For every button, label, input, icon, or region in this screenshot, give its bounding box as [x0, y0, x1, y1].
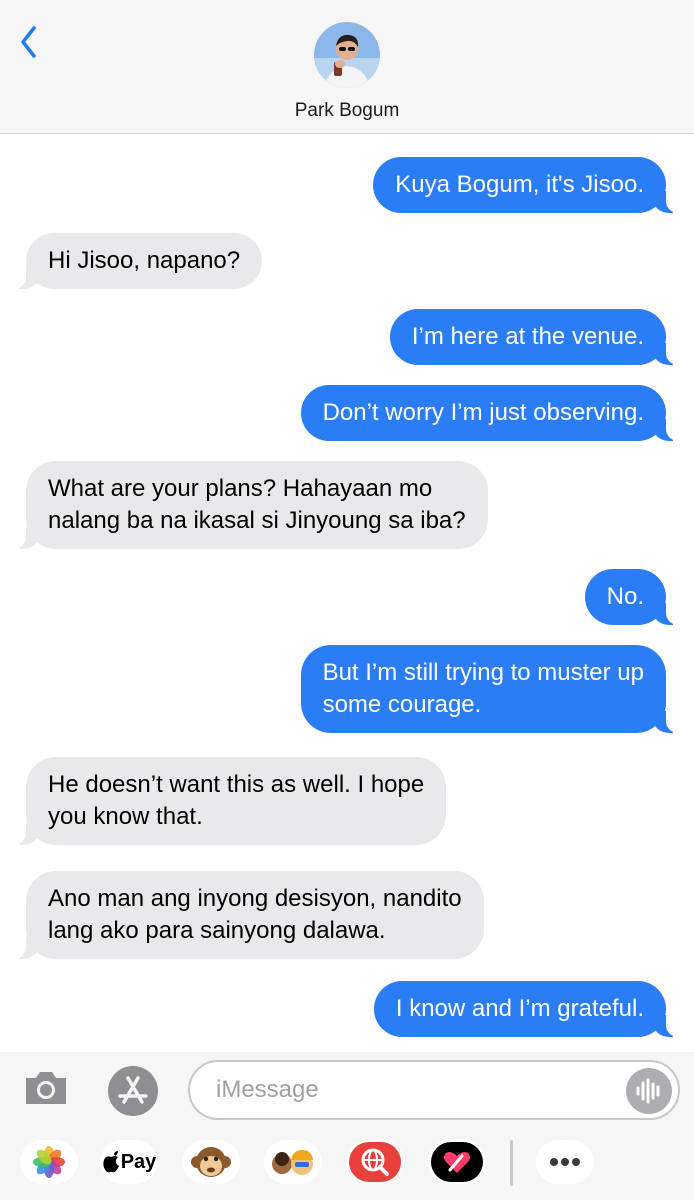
message-bubble-outgoing[interactable]: Don’t worry I’m just observing. [300, 385, 686, 441]
memoji-app-button[interactable] [264, 1140, 322, 1184]
audio-message-button[interactable] [626, 1068, 672, 1114]
heart-digital-touch-icon [431, 1142, 483, 1182]
photos-app-button[interactable] [20, 1140, 78, 1184]
app-drawer: Pay [0, 1138, 694, 1196]
message-text-line: Ano man ang inyong desisyon, nandito [48, 885, 462, 912]
photos-icon [33, 1146, 65, 1178]
message-bubble-incoming[interactable]: What are your plans? Hahayaan mo nalang … [7, 461, 488, 549]
contact-name[interactable]: Park Bogum [0, 100, 694, 122]
contact-avatar[interactable] [314, 22, 380, 88]
web-search-app-button[interactable] [346, 1140, 404, 1184]
app-drawer-divider [510, 1140, 513, 1186]
message-text: I know and I’m grateful. [395, 995, 644, 1022]
message-text-line: He doesn’t want this as well. I hope [48, 771, 425, 798]
message-bubble-incoming[interactable]: Ano man ang inyong desisyon, nandito lan… [7, 871, 484, 959]
more-icon [550, 1158, 580, 1166]
composer-bar: iMessage Pay [0, 1052, 694, 1200]
web-search-icon [349, 1142, 401, 1182]
conversation-header: Park Bogum [0, 0, 694, 134]
message-text-line: some courage. [322, 691, 482, 718]
message-thread[interactable]: Kuya Bogum, it's Jisoo. Hi Jisoo, napano… [0, 135, 694, 1052]
message-text-line: lang ako para sainyong dalawa. [48, 917, 386, 944]
message-text: I’m here at the venue. [411, 323, 644, 350]
message-text-line: you know that. [48, 803, 203, 830]
apple-pay-button[interactable]: Pay [100, 1140, 158, 1184]
message-bubble-outgoing[interactable]: No. [584, 569, 686, 625]
back-button[interactable] [14, 20, 54, 64]
message-input[interactable]: iMessage [188, 1060, 680, 1120]
apple-pay-label: Pay [120, 1150, 157, 1173]
message-bubble-incoming[interactable]: Hi Jisoo, napano? [6, 233, 263, 289]
message-text-line: nalang ba na ikasal si Jinyoung sa iba? [48, 507, 466, 534]
app-store-button[interactable] [106, 1064, 160, 1118]
apple-pay-icon [103, 1151, 119, 1173]
message-bubble-incoming[interactable]: He doesn’t want this as well. I hope you… [6, 757, 447, 845]
message-text: Hi Jisoo, napano? [48, 247, 241, 274]
digital-touch-app-button[interactable] [428, 1140, 486, 1184]
camera-button[interactable] [22, 1068, 70, 1108]
more-apps-button[interactable] [536, 1140, 594, 1184]
audio-waveform-icon [636, 1078, 660, 1104]
message-text: Kuya Bogum, it's Jisoo. [395, 171, 644, 198]
message-bubble-outgoing[interactable]: But I’m still trying to muster up some c… [300, 645, 686, 733]
avatar-photo [314, 22, 380, 88]
app-store-icon [108, 1066, 158, 1116]
message-text: No. [606, 583, 644, 610]
message-text-line: But I’m still trying to muster up [322, 659, 644, 686]
message-bubble-outgoing[interactable]: Kuya Bogum, it's Jisoo. [373, 157, 685, 213]
animoji-app-button[interactable] [182, 1140, 240, 1184]
back-chevron-icon [21, 26, 36, 58]
memoji-icon [272, 1150, 313, 1175]
message-bubble-outgoing[interactable]: I know and I’m grateful. [373, 981, 686, 1037]
message-text: Don’t worry I’m just observing. [322, 399, 644, 426]
monkey-animoji-icon [191, 1147, 231, 1177]
message-bubble-outgoing[interactable]: I’m here at the venue. [389, 309, 686, 365]
camera-icon [26, 1072, 66, 1104]
message-input-placeholder: iMessage [216, 1076, 319, 1103]
message-text-line: What are your plans? Hahayaan mo [48, 475, 433, 502]
